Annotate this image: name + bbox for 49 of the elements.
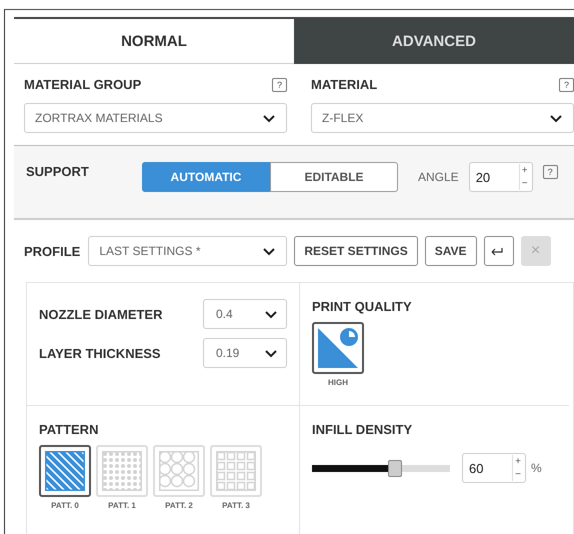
decrement-button[interactable]: − [513, 468, 523, 481]
number-field[interactable]: 20 + − [468, 162, 533, 192]
number-field[interactable]: 60 + − [462, 453, 526, 483]
increment-button[interactable]: + [520, 164, 530, 177]
help-button[interactable]: ? [542, 165, 558, 179]
quality-option[interactable] [312, 322, 364, 374]
chevron-icon [549, 114, 563, 122]
section-label: PRINT QUALITY [312, 299, 413, 314]
slider[interactable] [312, 460, 450, 476]
dropdown[interactable]: 0.19 [203, 338, 287, 368]
section-label: PROFILE [24, 244, 80, 258]
chevron-icon [262, 114, 276, 122]
tab[interactable]: ADVANCED [294, 19, 574, 64]
dropdown[interactable]: LAST SETTINGS * [88, 236, 288, 266]
field-label: MATERIAL [311, 77, 378, 92]
field-label: LAYER THICKNESS [39, 346, 161, 360]
field-label: NOZZLE DIAMETER [39, 306, 162, 322]
option-label: HIGH [328, 378, 348, 387]
increment-button[interactable]: + [513, 455, 523, 468]
chevron-icon [264, 310, 278, 318]
toggle-button[interactable]: EDITABLE [270, 162, 398, 192]
section-label: INFILL DENSITY [312, 422, 414, 437]
dropdown[interactable]: 0.4 [203, 299, 287, 329]
button[interactable]: SAVE [424, 236, 476, 266]
pattern-icon [45, 451, 85, 491]
pattern-icon [102, 451, 142, 491]
unit-label: % [531, 461, 542, 475]
field-label: MATERIAL GROUP [24, 77, 142, 92]
chevron-icon [264, 348, 278, 358]
option-label: PATT. 0 [51, 501, 79, 510]
dropdown[interactable]: ZORTRAX MATERIALS [24, 103, 287, 133]
option-label: PATT. 1 [108, 501, 136, 510]
option-label: PATT. 3 [222, 501, 250, 510]
pattern-icon [216, 451, 256, 491]
option-label: PATT. 2 [165, 501, 193, 510]
help-button[interactable]: ? [559, 78, 574, 92]
dropdown[interactable]: Z-FLEX [311, 103, 574, 133]
pattern-option[interactable] [39, 445, 91, 497]
decrement-button[interactable]: − [520, 177, 530, 190]
angle-label: ANGLE [418, 170, 459, 184]
button[interactable]: RESET SETTINGS [294, 236, 418, 266]
chevron-icon [262, 246, 276, 256]
section-label: SUPPORT [26, 163, 90, 179]
slider-thumb[interactable] [388, 460, 402, 476]
section-label: PATTERN [39, 422, 100, 437]
back-button[interactable] [484, 236, 514, 266]
help-button[interactable]: ? [272, 78, 287, 92]
quality-icon [316, 326, 360, 370]
pattern-icon [159, 451, 199, 491]
